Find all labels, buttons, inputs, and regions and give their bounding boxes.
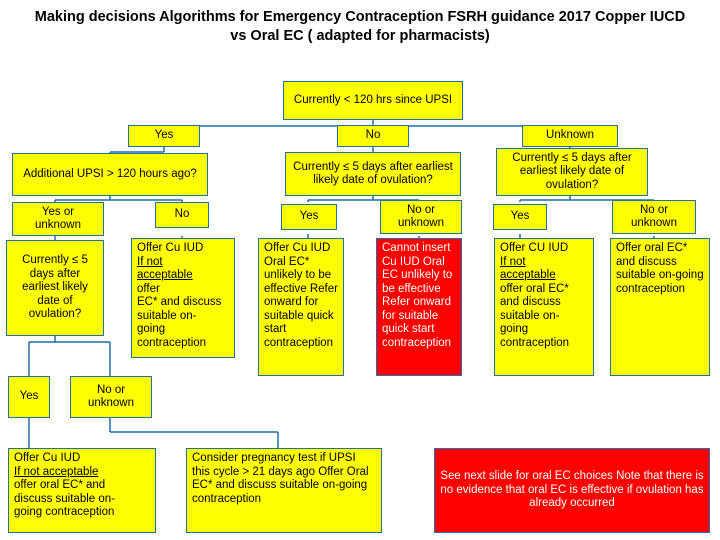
node-currently-5days-left: Currently ≤ 5 days after earliest likely… xyxy=(6,240,104,336)
offer-cu-iud-right-line6: suitable on- xyxy=(500,309,560,322)
node-currently-5days-mid: Currently ≤ 5 days after earliest likely… xyxy=(285,152,461,196)
node-consider-pregnancy-label: Consider pregnancy test if UPSI this cyc… xyxy=(192,452,369,505)
node-branch-unknown-label: Unknown xyxy=(546,129,594,142)
node-branch-unknown: Unknown xyxy=(522,125,618,147)
offer-cu-iud-col2-line7: going xyxy=(137,323,166,335)
node-no-or-unknown-left-lower: No or unknown xyxy=(70,376,152,418)
offer-cu-iud-col2-line3: acceptable xyxy=(137,269,193,281)
node-offer-cu-iud-right: Offer CU IUD If not acceptable offer ora… xyxy=(494,238,594,376)
node-yes-or-unknown-1-label: Yes or unknown xyxy=(34,205,82,232)
offer-cu-iud-col2-line5: EC* and discuss xyxy=(137,296,222,308)
node-no-1: No xyxy=(155,202,209,228)
node-additional-upsi-label: Additional UPSI > 120 hours ago? xyxy=(23,167,197,180)
node-branch-yes: Yes xyxy=(128,125,200,147)
offer-cu-iud-bottom-line5: going contraception xyxy=(14,506,115,518)
node-currently-5days-left-label: Currently ≤ 5 days after earliest likely… xyxy=(22,254,88,321)
node-branch-yes-label: Yes xyxy=(154,129,174,142)
offer-cu-iud-right-line5: and discuss xyxy=(500,296,561,308)
node-no-1-label: No xyxy=(174,208,190,221)
offer-cu-iud-col2-line8: contraception xyxy=(137,336,207,349)
offer-cu-iud-right-line8: contraception xyxy=(500,336,570,349)
offer-cu-iud-right-line7: going xyxy=(500,323,529,335)
node-yes-left-lower-label: Yes xyxy=(19,390,39,403)
offer-cu-iud-col2-line2: If not xyxy=(137,255,163,268)
node-branch-no-label: No xyxy=(365,129,381,142)
node-yes-right: Yes xyxy=(493,204,547,230)
node-offer-cu-iud-mid: Offer Cu IUD Oral EC* unlikely to be eff… xyxy=(258,238,344,376)
node-see-next-slide-label: See next slide for oral EC choices Note … xyxy=(440,470,704,510)
node-currently-5days-right: Currently ≤ 5 days after earliest likely… xyxy=(496,148,648,196)
node-yes-right-label: Yes xyxy=(510,210,530,223)
node-offer-cu-iud-col2: Offer Cu IUD If not acceptable offer EC*… xyxy=(131,238,235,358)
node-no-or-unknown-left-lower-label: No or unknown xyxy=(87,383,135,410)
offer-cu-iud-bottom-line2: If not acceptable xyxy=(14,465,99,478)
offer-cu-iud-bottom-line3: offer oral EC* and xyxy=(14,479,106,491)
node-currently-5days-mid-label: Currently ≤ 5 days after earliest likely… xyxy=(293,160,453,187)
node-no-or-unknown-mid: No or unknown xyxy=(380,200,462,234)
node-root-label: Currently < 120 hrs since UPSI xyxy=(293,93,453,106)
offer-cu-iud-right-line1: Offer CU IUD xyxy=(500,242,569,254)
node-cannot-insert-label: Cannot insert Cu IUD Oral EC unlikely to… xyxy=(382,242,453,349)
page-title: Making decisions Algorithms for Emergenc… xyxy=(34,9,686,44)
node-see-next-slide: See next slide for oral EC choices Note … xyxy=(434,448,710,533)
node-no-or-unknown-right: No or unknown xyxy=(612,200,696,234)
node-branch-no: No xyxy=(337,125,409,147)
node-currently-5days-right-label: Currently ≤ 5 days after earliest likely… xyxy=(512,151,632,191)
node-cannot-insert: Cannot insert Cu IUD Oral EC unlikely to… xyxy=(376,238,462,376)
node-no-or-unknown-mid-label: No or unknown xyxy=(397,203,445,230)
node-offer-cu-iud-bottom: Offer Cu IUD If not acceptable offer ora… xyxy=(8,448,156,533)
node-offer-oral-ec-right: Offer oral EC* and discuss suitable on-g… xyxy=(610,238,710,376)
offer-cu-iud-right-line4: offer oral EC* xyxy=(500,282,569,295)
node-offer-oral-ec-right-label: Offer oral EC* and discuss suitable on-g… xyxy=(616,242,704,295)
offer-cu-iud-col2-line1: Offer Cu IUD xyxy=(137,242,204,254)
node-yes-or-unknown-1: Yes or unknown xyxy=(12,202,104,236)
offer-cu-iud-right-line2: If not xyxy=(500,255,526,268)
node-yes-mid: Yes xyxy=(281,204,337,230)
offer-cu-iud-col2-line6: suitable on- xyxy=(137,309,197,322)
node-consider-pregnancy: Consider pregnancy test if UPSI this cyc… xyxy=(186,448,382,533)
diagram-canvas: Making decisions Algorithms for Emergenc… xyxy=(0,0,720,540)
node-additional-upsi: Additional UPSI > 120 hours ago? xyxy=(12,153,208,196)
offer-cu-iud-bottom-line4: discuss suitable on- xyxy=(14,492,115,505)
offer-cu-iud-bottom-line1: Offer Cu IUD xyxy=(14,452,81,464)
node-root: Currently < 120 hrs since UPSI xyxy=(283,81,463,120)
node-yes-left-lower: Yes xyxy=(8,376,50,418)
node-yes-mid-label: Yes xyxy=(299,210,319,223)
offer-cu-iud-col2-line4: offer xyxy=(137,282,160,295)
offer-cu-iud-right-line3: acceptable xyxy=(500,269,556,281)
node-offer-cu-iud-mid-label: Offer Cu IUD Oral EC* unlikely to be eff… xyxy=(264,242,338,349)
node-no-or-unknown-right-label: No or unknown xyxy=(630,203,678,230)
